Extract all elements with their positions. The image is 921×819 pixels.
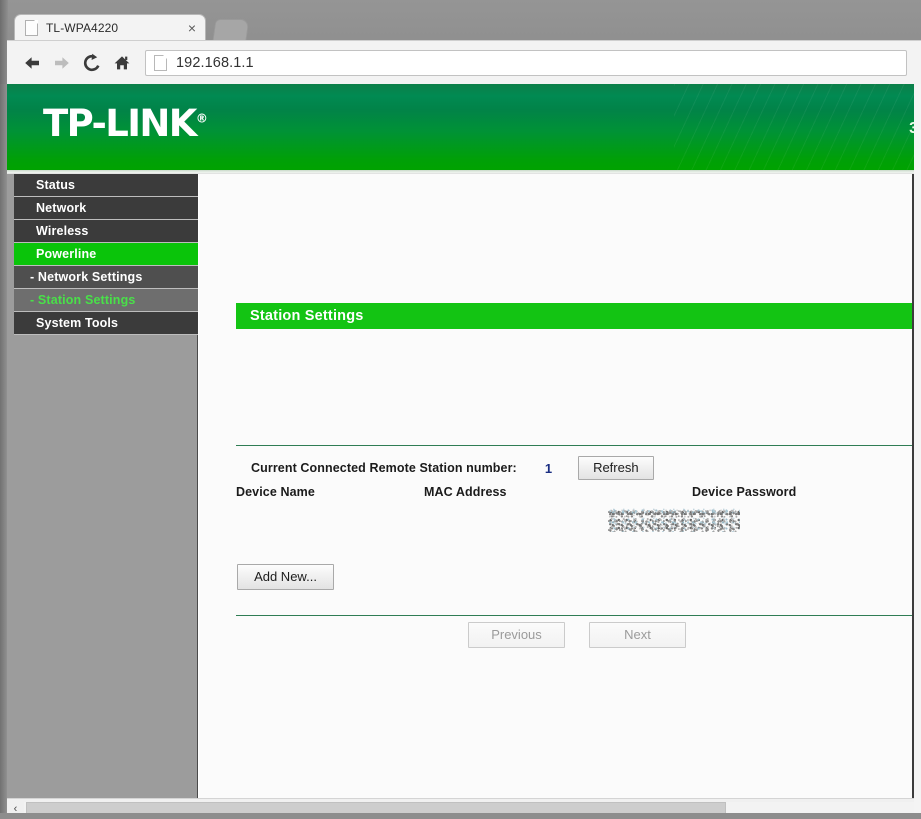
sidebar-item-label: Wireless <box>36 224 89 238</box>
sidebar-item-powerline[interactable]: Powerline <box>14 243 198 266</box>
new-tab-button[interactable] <box>212 19 250 40</box>
divider-bottom <box>236 615 918 616</box>
close-icon[interactable]: × <box>185 21 199 35</box>
browser-toolbar: 192.168.1.1 <box>7 40 921 84</box>
registered-mark: ® <box>195 111 208 126</box>
sidebar-item-station-settings[interactable]: - Station Settings <box>14 289 198 312</box>
address-bar[interactable]: 192.168.1.1 <box>145 49 907 76</box>
sidebar-item-wireless[interactable]: Wireless <box>14 220 198 243</box>
sidebar-item-label: - Station Settings <box>30 293 136 307</box>
station-table-header: Device Name MAC Address Device Password <box>236 485 918 503</box>
tplink-logo: TP-LINK® <box>43 102 208 145</box>
content-pane: Station Settings Current Connected Remot… <box>199 174 918 819</box>
station-count-row: Current Connected Remote Station number:… <box>251 456 654 480</box>
sidebar-nav: Status Network Wireless Powerline - Netw… <box>7 174 198 819</box>
page-icon <box>25 19 38 36</box>
browser-tab[interactable]: TL-WPA4220 × <box>14 14 206 40</box>
page-title: Station Settings <box>236 303 918 329</box>
divider-top <box>236 445 918 446</box>
sidebar-item-status[interactable]: Status <box>14 174 198 197</box>
viewport-right-gutter <box>914 84 921 819</box>
screenshot-root: TL-WPA4220 × 192.168.1.1 TP-LINK® 3 Stat… <box>0 0 921 819</box>
sidebar-item-network-settings[interactable]: - Network Settings <box>14 266 198 289</box>
sidebar-menu: Status Network Wireless Powerline - Netw… <box>14 174 198 335</box>
column-header-device-password: Device Password <box>692 485 797 499</box>
sidebar-item-label: Powerline <box>36 247 97 261</box>
sidebar-item-label: Network <box>36 201 87 215</box>
tab-title: TL-WPA4220 <box>46 20 119 35</box>
browser-chrome: TL-WPA4220 × 192.168.1.1 <box>0 0 921 84</box>
sidebar-item-system-tools[interactable]: System Tools <box>14 312 198 335</box>
back-arrow-icon[interactable] <box>17 48 47 78</box>
next-button[interactable]: Next <box>589 622 686 648</box>
page-icon <box>154 54 167 71</box>
tplink-banner: TP-LINK® 3 <box>7 84 914 170</box>
window-bottom-edge <box>0 813 921 819</box>
sidebar-item-label: Status <box>36 178 76 192</box>
column-header-device-name: Device Name <box>236 485 315 499</box>
page-body: Status Network Wireless Powerline - Netw… <box>7 174 918 819</box>
redaction-noise <box>608 508 740 532</box>
reload-icon[interactable] <box>77 48 107 78</box>
sidebar-item-network[interactable]: Network <box>14 197 198 220</box>
refresh-button[interactable]: Refresh <box>578 456 654 480</box>
column-header-mac-address: MAC Address <box>424 485 507 499</box>
sidebar-item-label: System Tools <box>36 316 119 330</box>
address-bar-value: 192.168.1.1 <box>176 54 254 71</box>
window-left-edge <box>0 84 7 819</box>
add-new-button[interactable]: Add New... <box>237 564 334 590</box>
tplink-logo-text: TP-LINK <box>43 102 197 145</box>
previous-button[interactable]: Previous <box>468 622 565 648</box>
mac-address-redacted-value <box>608 508 740 532</box>
page-viewport: TP-LINK® 3 Status Network Wireless Power… <box>7 84 921 819</box>
sidebar-item-label: - Network Settings <box>30 270 143 284</box>
forward-arrow-icon <box>47 48 77 78</box>
page-title-text: Station Settings <box>250 308 364 324</box>
pager: Previous Next <box>236 622 918 648</box>
home-icon[interactable] <box>107 48 137 78</box>
station-count-value: 1 <box>544 460 553 476</box>
tab-strip: TL-WPA4220 × <box>0 0 921 40</box>
station-count-label: Current Connected Remote Station number: <box>251 461 517 475</box>
